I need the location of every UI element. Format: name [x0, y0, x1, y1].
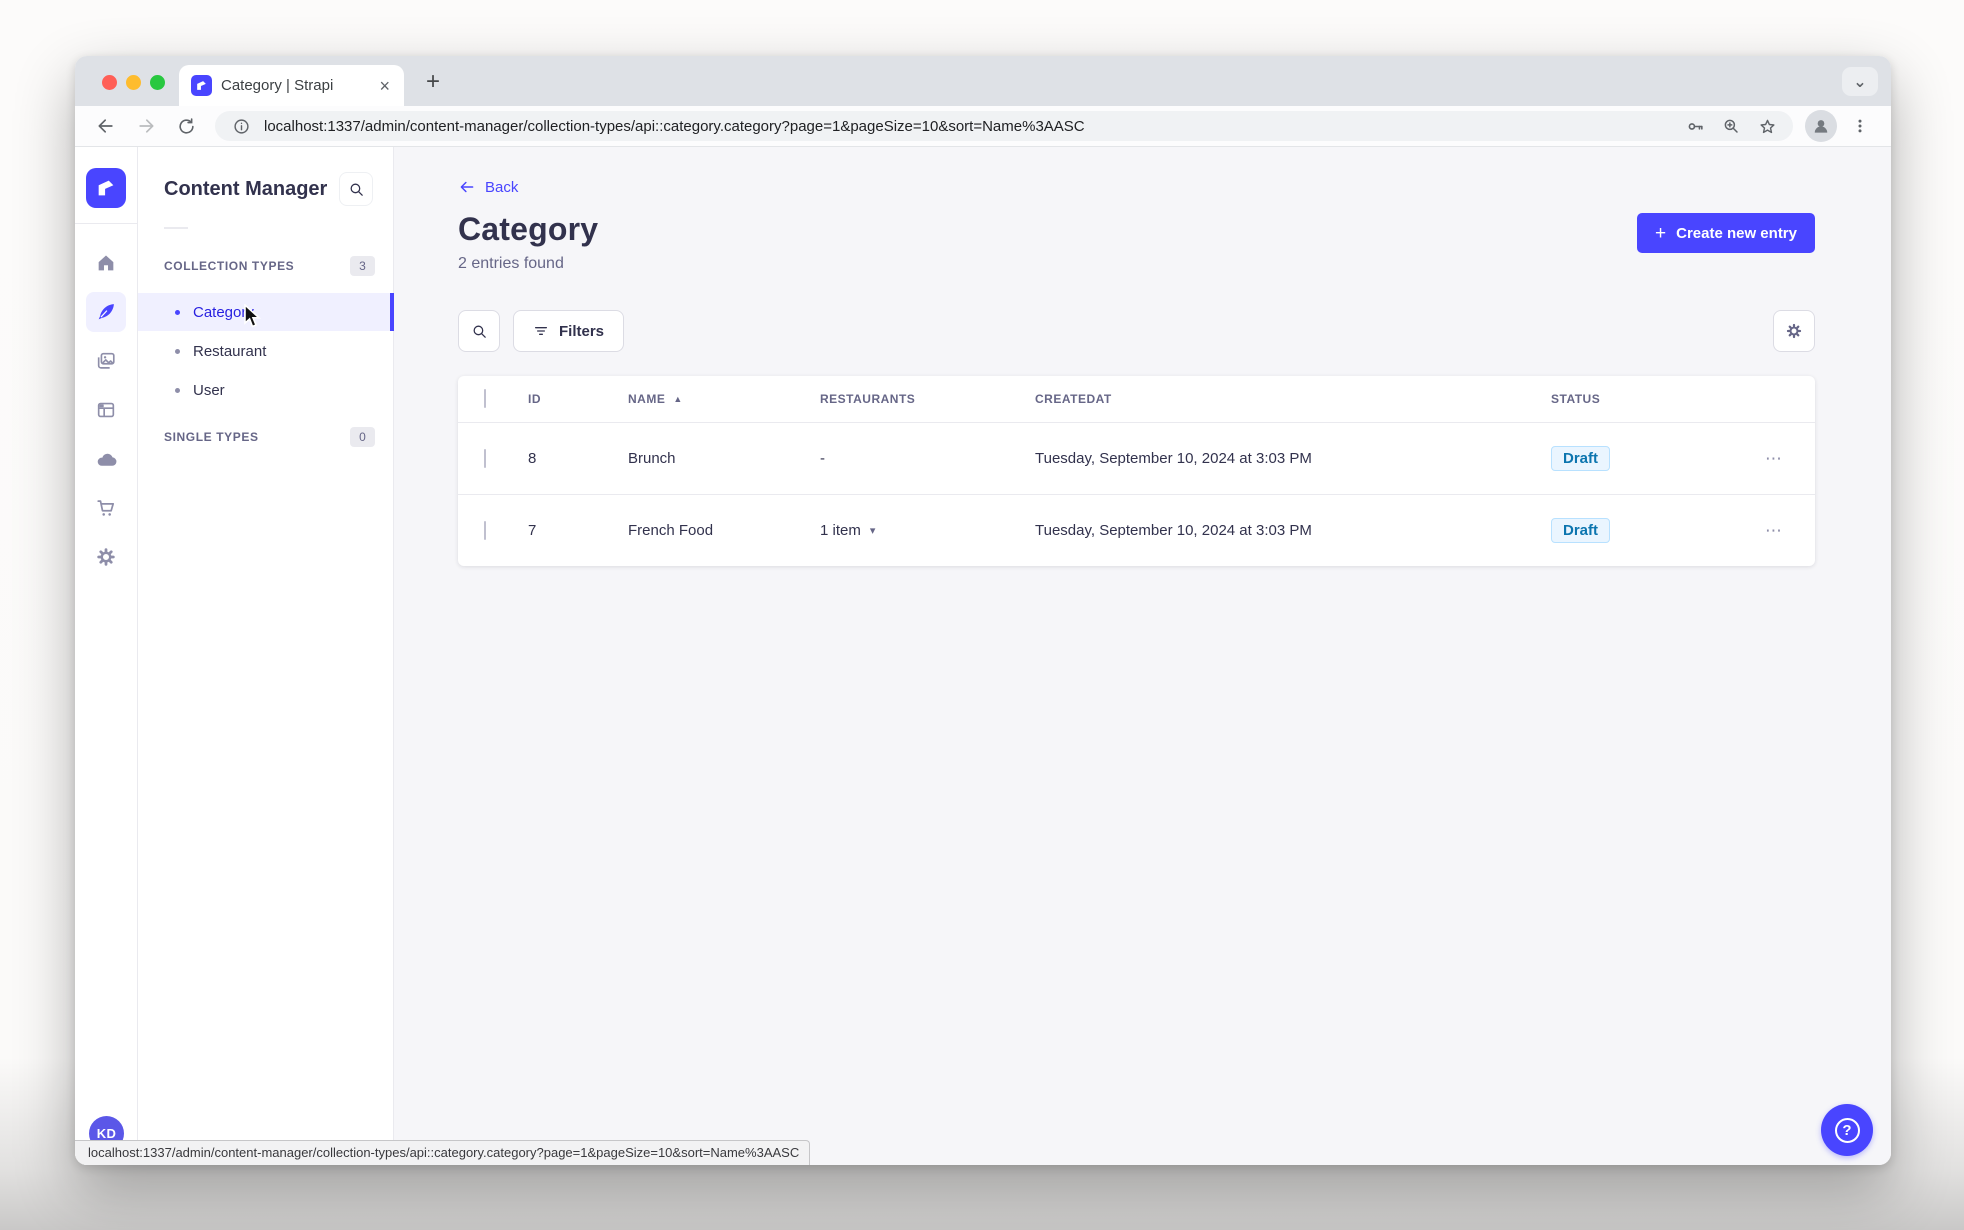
content-manager-subnav: Content Manager COLLECTION TYPES 3 Categ…: [138, 147, 394, 1165]
filters-button[interactable]: Filters: [513, 310, 625, 352]
collection-types-count-badge: 3: [350, 256, 375, 276]
cell-id: 8: [528, 450, 537, 467]
table-row[interactable]: 7 French Food 1 item ▾ Tuesday, Septembe…: [458, 494, 1815, 566]
passwords-key-icon[interactable]: [1682, 113, 1708, 139]
single-types-label: SINGLE TYPES: [164, 430, 259, 444]
sidebar-item-home[interactable]: [86, 243, 126, 283]
forward-nav-icon[interactable]: [129, 109, 163, 143]
column-header-restaurants[interactable]: RESTAURANTS: [820, 392, 1035, 406]
row-checkbox[interactable]: [484, 520, 486, 540]
view-settings-button[interactable]: [1773, 310, 1815, 352]
url-text[interactable]: localhost:1337/admin/content-manager/col…: [264, 118, 1672, 135]
plus-icon: +: [1655, 222, 1667, 244]
row-checkbox[interactable]: [484, 448, 486, 468]
reload-icon[interactable]: [169, 109, 203, 143]
column-header-createdat[interactable]: CREATEDAT: [1035, 392, 1551, 406]
window-controls: [102, 75, 165, 90]
rail-divider: [75, 223, 137, 224]
sidebar-item-content-type-builder[interactable]: [86, 390, 126, 430]
back-link[interactable]: Back: [458, 178, 518, 196]
column-header-name[interactable]: NAME ▲: [628, 392, 820, 406]
subnav-search-button[interactable]: [339, 172, 373, 206]
row-actions-icon[interactable]: ⋯: [1765, 521, 1783, 541]
tab-search-chevron-icon[interactable]: ⌄: [1842, 67, 1878, 96]
browser-menu-icon[interactable]: [1843, 109, 1877, 143]
entries-table: ID NAME ▲ RESTAURANTS CREATEDAT STATUS 8…: [458, 376, 1815, 566]
maximize-window-button[interactable]: [150, 75, 165, 90]
mouse-cursor: [241, 304, 263, 330]
cell-id: 7: [528, 522, 537, 539]
help-button[interactable]: ?: [1821, 1104, 1873, 1156]
main-content: Back Category 2 entries found + Create n…: [394, 147, 1891, 1165]
bookmark-star-icon[interactable]: [1754, 113, 1780, 139]
cell-createdat: Tuesday, September 10, 2024 at 3:03 PM: [1035, 522, 1312, 539]
bullet-icon: [175, 387, 180, 393]
sidebar-item-settings[interactable]: [86, 537, 126, 577]
subnav-item-user[interactable]: User: [138, 371, 393, 409]
filter-icon: [535, 327, 547, 335]
cell-restaurants: -: [820, 450, 825, 467]
single-types-count-badge: 0: [350, 427, 375, 447]
column-header-status[interactable]: STATUS: [1551, 392, 1751, 406]
browser-profile-avatar[interactable]: [1805, 110, 1837, 142]
column-header-id[interactable]: ID: [528, 392, 628, 406]
sidebar-item-marketplace[interactable]: [86, 488, 126, 528]
cell-name: Brunch: [628, 450, 676, 467]
desktop: { "browser": { "tab": { "title": "Catego…: [0, 0, 1964, 1230]
collection-types-label: COLLECTION TYPES: [164, 259, 295, 273]
sidebar-item-content-manager[interactable]: [86, 292, 126, 332]
browser-window: Category | Strapi × + ⌄ localhost:1337/a…: [75, 56, 1891, 1165]
browser-toolbar: localhost:1337/admin/content-manager/col…: [75, 106, 1891, 147]
page-title: Category: [458, 211, 599, 247]
bullet-icon: [175, 348, 180, 354]
close-window-button[interactable]: [102, 75, 117, 90]
cell-createdat: Tuesday, September 10, 2024 at 3:03 PM: [1035, 450, 1312, 467]
tab-title: Category | Strapi: [221, 77, 334, 94]
entries-count: 2 entries found: [458, 255, 564, 272]
strapi-favicon-icon: [191, 75, 212, 96]
back-arrow-icon: [460, 181, 474, 193]
minimize-window-button[interactable]: [126, 75, 141, 90]
close-tab-icon[interactable]: ×: [377, 77, 392, 95]
select-all-checkbox[interactable]: [484, 389, 486, 408]
new-tab-button[interactable]: +: [420, 68, 446, 96]
zoom-page-icon[interactable]: [1718, 113, 1744, 139]
tab-strip: Category | Strapi × + ⌄: [75, 56, 1891, 106]
status-badge: Draft: [1551, 446, 1611, 471]
question-mark-icon: ?: [1834, 1117, 1860, 1143]
site-info-icon[interactable]: [228, 113, 254, 139]
subnav-item-category[interactable]: Category: [138, 293, 394, 331]
subnav-item-restaurant[interactable]: Restaurant: [138, 332, 393, 370]
strapi-logo-icon[interactable]: [86, 168, 126, 208]
url-bar[interactable]: localhost:1337/admin/content-manager/col…: [215, 111, 1793, 141]
strapi-app: KD Content Manager COLLECTION TYPES 3 Ca…: [75, 147, 1891, 1165]
row-actions-icon[interactable]: ⋯: [1765, 449, 1783, 469]
sidebar-item-media-library[interactable]: [86, 341, 126, 381]
main-nav-rail: KD: [75, 147, 138, 1165]
subnav-title: Content Manager: [164, 177, 328, 200]
table-header-row: ID NAME ▲ RESTAURANTS CREATEDAT STATUS: [458, 376, 1815, 422]
table-row[interactable]: 8 Brunch - Tuesday, September 10, 2024 a…: [458, 422, 1815, 494]
browser-tab[interactable]: Category | Strapi ×: [179, 65, 404, 106]
cell-restaurants[interactable]: 1 item ▾: [820, 522, 1035, 539]
bullet-icon: [175, 309, 180, 315]
sidebar-item-cloud[interactable]: [86, 439, 126, 479]
subnav-divider: [164, 227, 188, 229]
table-search-button[interactable]: [458, 310, 500, 352]
status-badge: Draft: [1551, 518, 1611, 543]
cell-name: French Food: [628, 522, 714, 539]
sort-ascending-icon: ▲: [673, 394, 683, 404]
caret-down-icon: ▾: [869, 525, 876, 537]
create-new-entry-button[interactable]: + Create new entry: [1637, 213, 1815, 253]
back-nav-icon[interactable]: [89, 109, 123, 143]
link-status-bar: localhost:1337/admin/content-manager/col…: [75, 1140, 811, 1165]
